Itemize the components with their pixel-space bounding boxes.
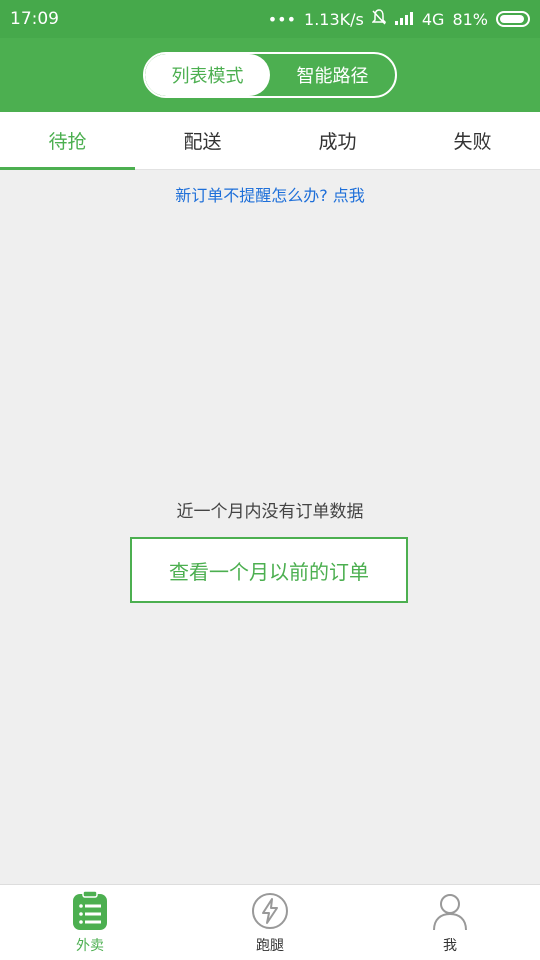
mode-toggle: 列表模式 智能路径 [143, 52, 397, 98]
network-speed: 1.13K/s [304, 9, 364, 29]
mode-list-button[interactable]: 列表模式 [145, 54, 270, 96]
order-list-icon [70, 890, 110, 931]
nav-item-me[interactable]: 我 [360, 885, 540, 960]
tab-pending[interactable]: 待抢 [0, 112, 135, 170]
nav-item-takeout[interactable]: 外卖 [0, 885, 180, 960]
empty-state-message: 近一个月内没有订单数据 [176, 502, 364, 522]
nav-label-me: 我 [443, 937, 457, 954]
notification-help-link[interactable]: 新订单不提醒怎么办? 点我 [0, 182, 540, 206]
order-tabs: 待抢 配送 成功 失败 [0, 112, 540, 170]
lightning-icon [250, 891, 290, 931]
user-icon [430, 891, 470, 931]
header: 列表模式 智能路径 [0, 38, 540, 112]
signal-icon [394, 10, 414, 29]
tab-success[interactable]: 成功 [270, 112, 405, 169]
view-older-orders-button[interactable]: 查看一个月以前的订单 [130, 537, 408, 603]
bottom-nav: 外卖 跑腿 我 [0, 884, 540, 960]
status-indicators: ••• 1.13K/s 4G 81% [268, 9, 530, 29]
nav-item-errand[interactable]: 跑腿 [180, 885, 360, 960]
bell-off-icon [371, 9, 387, 29]
status-bar: 17:09 ••• 1.13K/s 4G 81% [0, 0, 540, 38]
tab-delivering[interactable]: 配送 [135, 112, 270, 169]
network-type: 4G [421, 9, 445, 29]
status-dots: ••• [267, 9, 297, 29]
mode-smart-route-button[interactable]: 智能路径 [270, 54, 395, 96]
nav-label-takeout: 外卖 [76, 937, 104, 954]
battery-icon [496, 11, 530, 27]
battery-percent: 81% [452, 9, 488, 29]
status-time: 17:09 [10, 9, 59, 29]
tab-failed[interactable]: 失败 [405, 112, 540, 169]
nav-label-errand: 跑腿 [256, 937, 284, 954]
